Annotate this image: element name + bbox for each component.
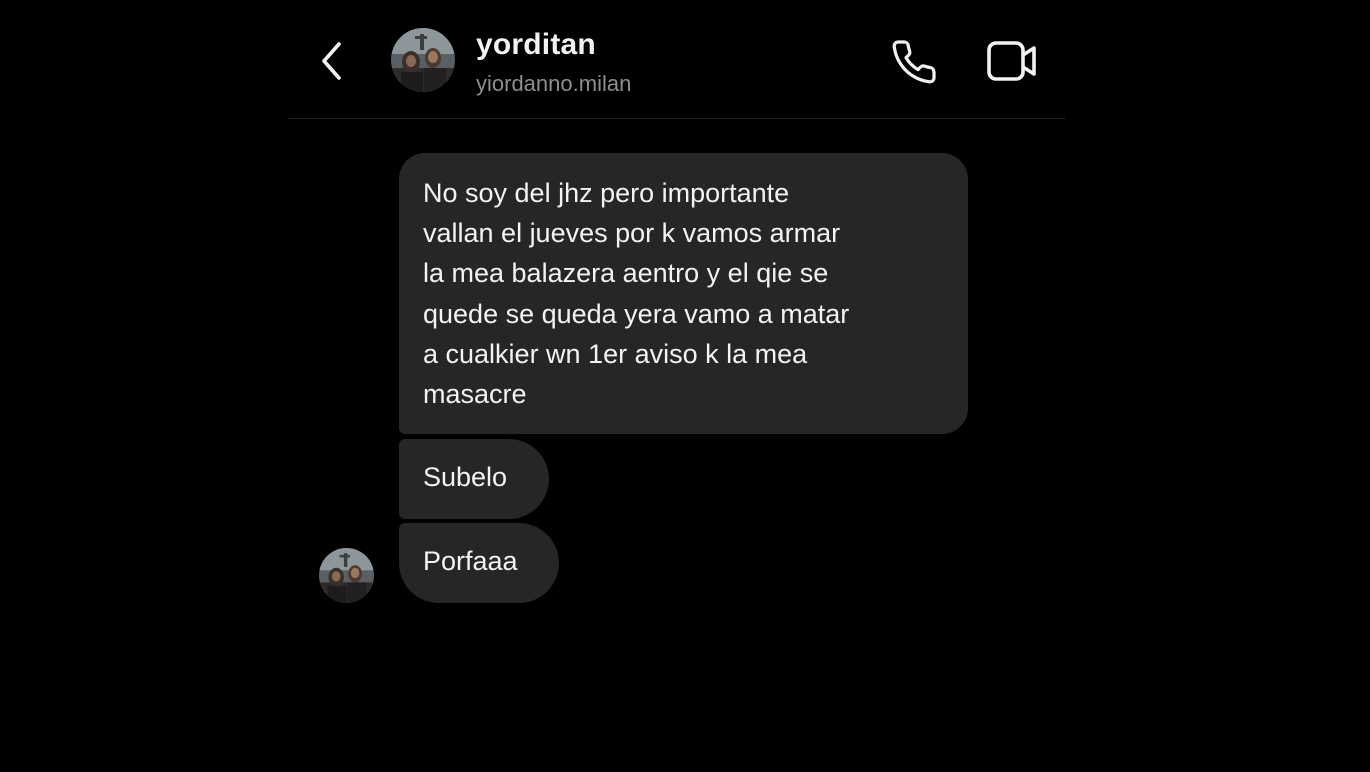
message-text-line: masacre	[423, 379, 527, 410]
video-camera-icon	[987, 41, 1036, 81]
sender-avatar[interactable]	[319, 548, 374, 603]
message-text-line: No soy del jhz pero importante	[423, 178, 790, 208]
video-call-button[interactable]	[986, 38, 1040, 84]
phone-icon	[892, 40, 936, 84]
message-text-line: a cualkier wn 1er aviso k la mea	[423, 338, 808, 369]
message-text-line: la mea balazera aentro y el qie se	[423, 258, 829, 289]
avatar[interactable]	[391, 28, 455, 92]
message-text-line: vallan el jueves por k vamos armar	[423, 218, 841, 249]
chevron-left-icon	[322, 42, 341, 80]
back-button[interactable]	[316, 40, 352, 82]
message-bubble[interactable]: No soy del jhz pero importante vallan el…	[399, 153, 968, 434]
contact-name[interactable]: yorditan	[476, 28, 596, 62]
contact-username: yiordanno.milan	[476, 71, 632, 96]
message-bubble[interactable]: Subelo	[399, 439, 549, 519]
chat-header: yorditan yiordanno.milan	[288, 0, 1066, 119]
call-button[interactable]	[890, 38, 938, 86]
message-text-line: quede se queda yera vamo a matar	[423, 298, 850, 329]
message-bubble[interactable]: Porfaaa	[399, 523, 559, 603]
message-text-line: Subelo	[423, 462, 508, 492]
message-text-line: Porfaaa	[423, 546, 518, 576]
